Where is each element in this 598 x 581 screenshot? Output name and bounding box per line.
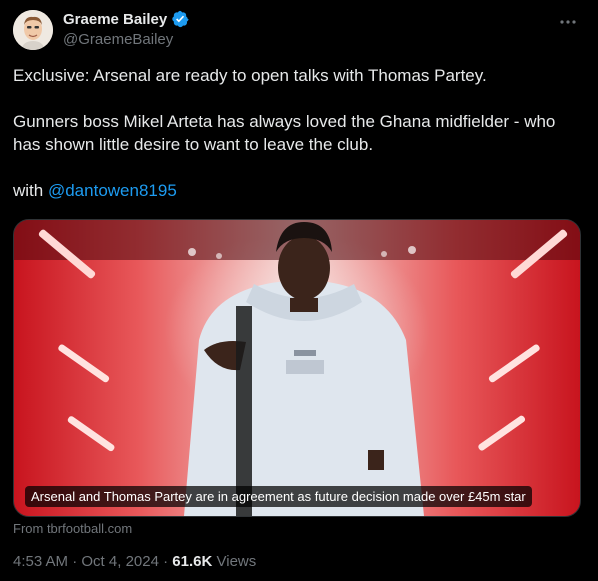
tweet-time[interactable]: 4:53 AM <box>13 553 68 570</box>
views-count: 61.6K <box>172 553 213 570</box>
meta-separator: · <box>72 553 78 570</box>
link-card-source[interactable]: From tbrfootball.com <box>13 521 132 536</box>
avatar-image <box>13 10 53 50</box>
tweet: Graeme Bailey @GraemeBailey Exclusive: A… <box>0 0 598 581</box>
more-options-icon[interactable] <box>558 14 578 24</box>
views-label: Views <box>216 553 257 570</box>
verified-badge-icon <box>171 10 189 28</box>
tweet-date[interactable]: Oct 4, 2024 <box>81 553 159 570</box>
meta-separator: · <box>163 553 169 570</box>
link-card-image[interactable]: Arsenal and Thomas Partey are in agreeme… <box>13 219 581 517</box>
avatar[interactable] <box>13 10 53 50</box>
author-name-row: Graeme Bailey <box>63 10 189 28</box>
link-card-caption: Arsenal and Thomas Partey are in agreeme… <box>25 486 532 507</box>
mention-link[interactable]: @dantowen8195 <box>48 181 177 200</box>
with-prefix: with <box>13 181 44 200</box>
tweet-text-line-1: Exclusive: Arsenal are ready to open tal… <box>13 66 487 85</box>
author-handle[interactable]: @GraemeBailey <box>63 31 173 48</box>
tweet-text-line-2: Gunners boss Mikel Arteta has always lov… <box>13 112 556 154</box>
tweet-text-with-line: with @dantowen8195 <box>13 179 583 202</box>
tweet-text: Exclusive: Arsenal are ready to open tal… <box>13 64 583 202</box>
player-photo <box>14 220 580 516</box>
tweet-meta: 4:53 AM · Oct 4, 2024 · 61.6K Views <box>13 553 256 570</box>
author-display-name[interactable]: Graeme Bailey <box>63 11 167 28</box>
